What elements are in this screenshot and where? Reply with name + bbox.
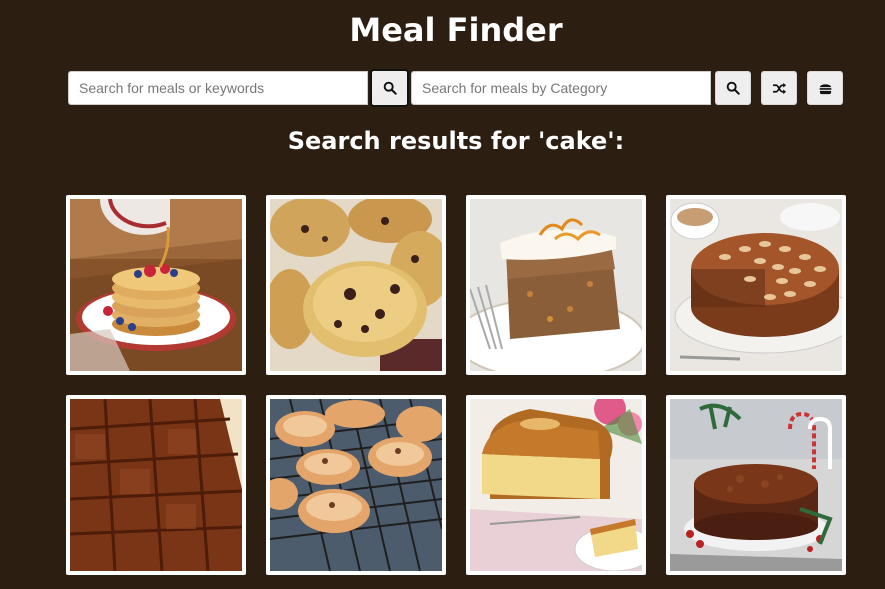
app-title: Meal Finder [349,11,563,49]
meal-card[interactable]: parkin [66,395,246,575]
meal-image [270,399,442,571]
meal-image [70,199,242,371]
meal-card[interactable]: dundee-cake [666,195,846,375]
meal-image [470,199,642,371]
category-search-input[interactable] [411,71,711,105]
burger-icon [818,83,832,94]
menu-button[interactable] [807,71,843,105]
shuffle-icon [772,82,786,94]
meal-image [270,199,442,371]
search-icon [383,81,397,95]
random-meal-button[interactable] [761,71,797,105]
meal-image [470,399,642,571]
meal-image [670,399,842,571]
meal-card[interactable]: eccles-cakes [266,395,446,575]
meal-card[interactable]: pancakes [66,195,246,375]
keyword-search-input[interactable] [68,71,368,105]
meal-card[interactable]: christmas-cake [666,395,846,575]
category-search-button[interactable] [715,71,751,105]
meal-image [670,199,842,371]
meal-card[interactable]: rock-cakes [266,195,446,375]
keyword-search-button[interactable] [370,69,409,107]
results-heading: Search results for 'cake': [287,127,625,155]
meal-card[interactable]: madeira-cake [466,395,646,575]
meal-image [70,399,242,571]
search-icon [726,81,740,95]
meal-card[interactable]: carrot-cake [466,195,646,375]
